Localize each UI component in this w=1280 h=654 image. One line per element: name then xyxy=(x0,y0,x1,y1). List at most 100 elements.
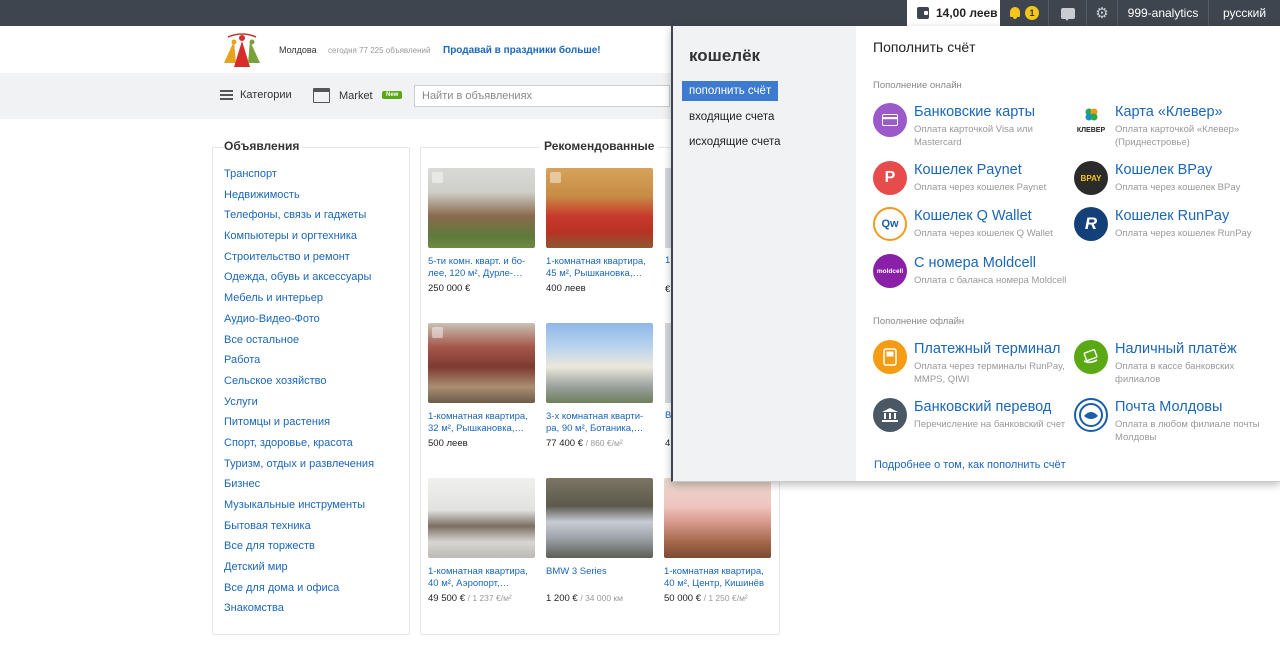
pay-bpay[interactable]: BPAY Кошелек BPay Оплата через кошелек B… xyxy=(1074,161,1274,209)
category-link[interactable]: Музыкальные инструменты xyxy=(224,499,374,520)
ad-photo[interactable] xyxy=(664,478,771,558)
ad-title[interactable]: 1-комнатная квартира, 40 м², Аэропорт,… xyxy=(428,566,536,590)
pay-method-name[interactable]: Кошелек BPay xyxy=(1115,162,1212,178)
ad-title[interactable]: 5-ти комн. кварт. и бо-лее, 120 м², Дурл… xyxy=(428,256,536,280)
wallet-menu-outgoing[interactable]: исходящие счета xyxy=(682,132,788,152)
category-link[interactable]: Сельское хозяйство xyxy=(224,375,374,396)
site-logo[interactable] xyxy=(214,33,270,69)
ad-title[interactable]: 1-комнатная квартира, 32 м², Рышкановка,… xyxy=(428,411,536,435)
pay-method-name[interactable]: Кошелек Paynet xyxy=(914,162,1022,178)
pay-method-name[interactable]: Банковский перевод xyxy=(914,399,1051,415)
category-link[interactable]: Питомцы и растения xyxy=(224,416,374,437)
pay-runpay[interactable]: R Кошелек RunPay Оплата через кошелек Ru… xyxy=(1074,207,1274,255)
ad-title[interactable]: 1-комнатная квартира, 45 м², Рышкановка,… xyxy=(546,256,654,280)
pay-klever-card[interactable]: КЛЕВЕР Карта «Клевер» Оплата карточкой «… xyxy=(1074,103,1274,151)
category-link[interactable]: Транспорт xyxy=(224,168,374,189)
ad-title[interactable]: 1-комнатная квартира, 40 м², Центр, Киши… xyxy=(664,566,772,590)
category-link[interactable]: Знакомства xyxy=(224,602,374,623)
market-icon[interactable] xyxy=(313,88,330,103)
category-link[interactable]: Работа xyxy=(224,354,374,375)
category-link[interactable]: Одежда, обувь и аксессуары xyxy=(224,271,374,292)
ad-photo[interactable] xyxy=(546,323,653,403)
ad-title[interactable]: 3-х комнатная кварти-ра, 90 м², Ботаника… xyxy=(546,411,654,435)
wallet-balance-button[interactable]: 14,00 леев xyxy=(907,0,1000,26)
menu-icon[interactable] xyxy=(220,90,233,100)
search-input[interactable] xyxy=(414,85,670,107)
pay-method-name[interactable]: Карта «Клевер» xyxy=(1115,104,1223,120)
notifications-button[interactable]: 1 xyxy=(1000,0,1048,26)
qwallet-logo: Qw xyxy=(873,207,907,241)
pay-cash[interactable]: Наличный платёж Оплата в кассе банковски… xyxy=(1074,340,1274,388)
ad-card[interactable]: 1-комнатная квартира, 40 м², Аэропорт,… … xyxy=(428,478,536,604)
wallet-amount: 14,00 леев xyxy=(936,6,998,20)
moldcell-logo: moldcell xyxy=(873,254,907,288)
category-link[interactable]: Все остальное xyxy=(224,334,374,355)
category-link[interactable]: Аудио-Видео-Фото xyxy=(224,313,374,334)
category-link[interactable]: Мебель и интерьер xyxy=(224,292,374,313)
category-link[interactable]: Бизнес xyxy=(224,478,374,499)
pay-bank-cards[interactable]: Банковские карты Оплата карточкой Visa и… xyxy=(873,103,1073,151)
pay-method-desc: Оплата карточкой Visa или Mastercard xyxy=(914,124,1033,148)
ad-price: 500 леев xyxy=(428,438,468,449)
category-link[interactable]: Все для дома и офиса xyxy=(224,582,374,603)
ad-card[interactable]: 3-х комнатная кварти-ра, 90 м², Ботаника… xyxy=(546,323,654,449)
category-link[interactable]: Туризм, отдых и развлечения xyxy=(224,458,374,479)
region-selector[interactable]: Молдова xyxy=(279,45,317,55)
pay-method-name[interactable]: Наличный платёж xyxy=(1115,341,1237,357)
settings-button[interactable]: ⚙ xyxy=(1087,0,1117,26)
ad-card[interactable]: 5-ти комн. кварт. и бо-лее, 120 м², Дурл… xyxy=(428,168,536,294)
ad-card[interactable]: 1-комнатная квартира, 32 м², Рышкановка,… xyxy=(428,323,536,449)
pay-method-name[interactable]: Кошелек Q Wallet xyxy=(914,208,1032,224)
ad-price-partial: € xyxy=(665,284,671,295)
pay-qwallet[interactable]: Qw Кошелек Q Wallet Оплата через кошелек… xyxy=(873,207,1073,255)
category-link[interactable]: Недвижимость xyxy=(224,189,374,210)
ad-price: 250 000 € xyxy=(428,283,471,294)
categories-button[interactable]: Категории xyxy=(240,89,292,101)
pay-method-name[interactable]: Платежный терминал xyxy=(914,341,1060,357)
pay-bank-transfer[interactable]: Банковский перевод Перечисление на банко… xyxy=(873,398,1073,446)
user-menu[interactable]: 999-analytics xyxy=(1118,0,1208,26)
pay-terminal[interactable]: Платежный терминал Оплата через терминал… xyxy=(873,340,1073,388)
ad-title[interactable]: BMW 3 Series xyxy=(546,566,654,590)
category-link[interactable]: Услуги xyxy=(224,396,374,417)
wallet-menu-topup[interactable]: пополнить счёт xyxy=(682,81,779,101)
category-link[interactable]: Телефоны, связь и гаджеты xyxy=(224,209,374,230)
pay-method-name[interactable]: С номера Moldcell xyxy=(914,255,1036,271)
ad-photo[interactable] xyxy=(428,478,535,558)
pay-paynet[interactable]: P Кошелек Paynet Оплата через кошелек Pa… xyxy=(873,161,1073,209)
ad-title-partial[interactable]: 1 xyxy=(665,255,670,266)
ad-photo[interactable] xyxy=(428,323,535,403)
ad-photo[interactable] xyxy=(546,168,653,248)
pay-posta[interactable]: Почта Молдовы Оплата в любом филиале поч… xyxy=(1074,398,1274,446)
cash-icon xyxy=(1074,340,1108,374)
ad-card[interactable]: 1-комнатная квартира, 45 м², Рышкановка,… xyxy=(546,168,654,294)
pay-method-name[interactable]: Банковские карты xyxy=(914,104,1035,120)
bpay-logo: BPAY xyxy=(1074,161,1108,195)
online-section-label: Пополнение онлайн xyxy=(873,80,962,91)
language-switch[interactable]: русский xyxy=(1209,0,1280,26)
topup-help-link[interactable]: Подробнее о том, как пополнить счёт xyxy=(874,459,1066,471)
category-link[interactable]: Компьютеры и оргтехника xyxy=(224,230,374,251)
messages-button[interactable] xyxy=(1049,0,1086,26)
category-link[interactable]: Спорт, здоровье, красота xyxy=(224,437,374,458)
category-link[interactable]: Все для торжеств xyxy=(224,540,374,561)
card-icon xyxy=(873,103,907,137)
recommended-title: Рекомендованные xyxy=(540,139,659,153)
pay-moldcell[interactable]: moldcell С номера Moldcell Оплата с бала… xyxy=(873,254,1073,302)
wallet-menu-incoming[interactable]: входящие счета xyxy=(682,107,781,127)
pay-method-name[interactable]: Почта Молдовы xyxy=(1115,399,1222,415)
category-link[interactable]: Строительство и ремонт xyxy=(224,251,374,272)
market-link[interactable]: Market xyxy=(339,90,373,102)
categories-panel-title: Объявления xyxy=(224,139,303,153)
category-link[interactable]: Бытовая техника xyxy=(224,520,374,541)
category-link[interactable]: Детский мир xyxy=(224,561,374,582)
ad-card[interactable]: 1-комнатная квартира, 40 м², Центр, Киши… xyxy=(664,478,772,604)
ad-card[interactable]: BMW 3 Series 1 200 € / 34 000 км xyxy=(546,478,654,604)
ad-price: 400 леев xyxy=(546,283,586,294)
pay-method-name[interactable]: Кошелек RunPay xyxy=(1115,208,1229,224)
ad-photo[interactable] xyxy=(546,478,653,558)
notifications-badge: 1 xyxy=(1025,6,1039,20)
promo-link[interactable]: Продавай в праздники больше! xyxy=(443,45,601,56)
pay-method-desc: Оплата в кассе банковских филиалов xyxy=(1115,361,1235,385)
ad-photo[interactable] xyxy=(428,168,535,248)
